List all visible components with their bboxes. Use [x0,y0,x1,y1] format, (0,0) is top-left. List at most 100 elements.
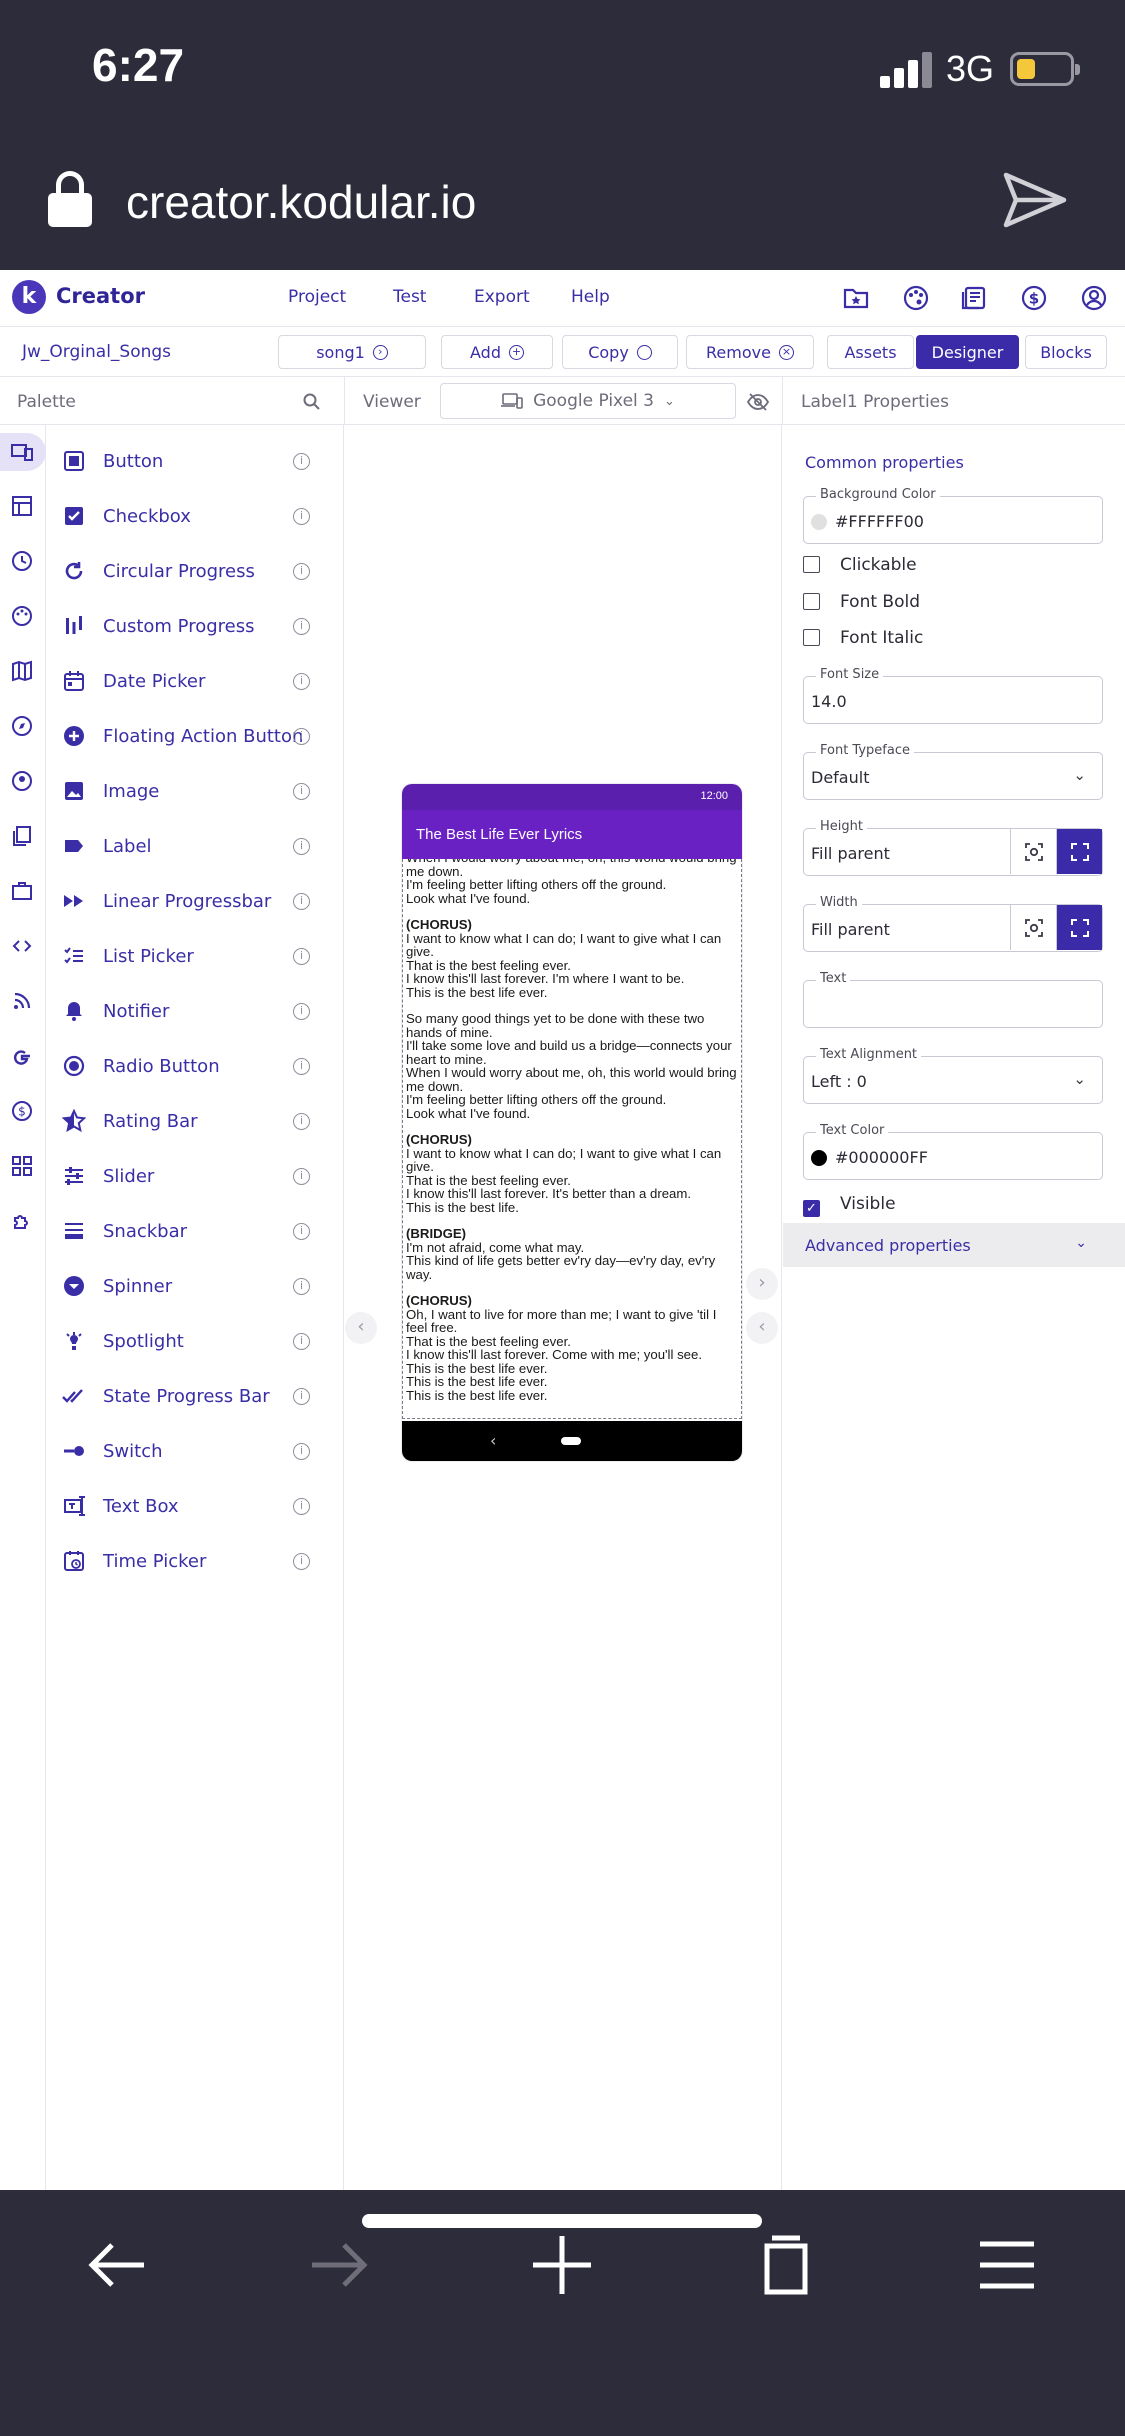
rss-category-icon[interactable] [10,989,34,1013]
label1-component[interactable]: When I would worry about me, oh, this wo… [402,859,742,1419]
info-icon[interactable]: i [293,1223,310,1240]
extension-category-icon[interactable] [10,1209,34,1233]
palette-icon[interactable] [902,284,930,312]
text-color-field[interactable]: Text Color #000000FF [803,1123,1103,1180]
info-icon[interactable]: i [293,1058,310,1075]
palette-item[interactable]: Floating Action Button i [46,708,344,763]
info-icon[interactable]: i [293,1113,310,1130]
new-tab-plus-icon[interactable] [527,2230,597,2300]
palette-item[interactable]: Date Picker i [46,653,344,708]
info-icon[interactable]: i [293,508,310,525]
palette-item[interactable]: Image i [46,763,344,818]
apps-category-icon[interactable] [10,1154,34,1178]
clickable-checkbox[interactable]: Clickable [803,555,917,575]
designer-button[interactable]: Designer [916,335,1019,369]
automatic-size-icon[interactable] [1010,905,1056,950]
info-icon[interactable]: i [293,783,310,800]
forward-arrow-icon[interactable] [304,2230,374,2300]
palette-item[interactable]: Notifier i [46,983,344,1038]
info-icon[interactable]: i [293,618,310,635]
font-italic-checkbox[interactable]: Font Italic [803,628,923,648]
font-size-field[interactable]: Font Size 14.0 [803,667,1103,724]
palette-item[interactable]: List Picker i [46,928,344,983]
font-bold-checkbox[interactable]: Font Bold [803,592,920,612]
info-icon[interactable]: i [293,838,310,855]
dollar-icon[interactable]: $ [1020,284,1048,312]
browser-url-bar[interactable]: creator.kodular.io [0,135,1125,270]
common-properties-link[interactable]: Common properties [805,453,964,472]
media-category-icon[interactable] [10,549,34,573]
menu-hamburger-icon[interactable] [972,2230,1042,2300]
info-icon[interactable]: i [293,1333,310,1350]
palette-item[interactable]: Custom Progress i [46,598,344,653]
send-icon[interactable] [1000,169,1070,231]
collapse-left-chevron-icon[interactable]: ‹ [345,1312,377,1344]
blocks-button[interactable]: Blocks [1025,335,1107,369]
palette-item[interactable]: Slider i [46,1148,344,1203]
palette-item[interactable]: Radio Button i [46,1038,344,1093]
menu-test[interactable]: Test [393,287,426,307]
info-icon[interactable]: i [293,1443,310,1460]
check-icon[interactable]: ✓ [803,1200,820,1217]
collapse-right-chevron-icon[interactable]: ‹ [746,1312,778,1344]
info-icon[interactable]: i [293,893,310,910]
screen-select[interactable]: song1 › [278,335,426,369]
font-typeface-select[interactable]: Font Typeface Default ⌄ [803,743,1103,800]
text-alignment-select[interactable]: Text Alignment Left : 0 ⌄ [803,1047,1103,1104]
fill-parent-icon[interactable] [1056,829,1102,874]
fill-parent-icon[interactable] [1056,905,1102,950]
info-icon[interactable]: i [293,1553,310,1570]
palette-item[interactable]: Time Picker i [46,1533,344,1588]
info-icon[interactable]: i [293,948,310,965]
advanced-properties-toggle[interactable]: Advanced properties ⌄ [783,1223,1125,1267]
news-icon[interactable] [960,284,988,312]
palette-item[interactable]: Text Box i [46,1478,344,1533]
palette-item[interactable]: Button i [46,433,344,488]
automatic-size-icon[interactable] [1010,829,1056,874]
device-select[interactable]: Google Pixel 3 ⌄ [440,383,736,419]
info-icon[interactable]: i [293,1168,310,1185]
palette-item[interactable]: Circular Progress i [46,543,344,598]
social-category-icon[interactable] [10,769,34,793]
search-icon[interactable] [302,392,322,412]
width-field[interactable]: Width Fill parent [803,895,1103,952]
palette-item[interactable]: State Progress Bar i [46,1368,344,1423]
remove-screen-button[interactable]: Remove × [686,335,814,369]
google-category-icon[interactable] [10,1044,34,1068]
info-icon[interactable]: i [293,453,310,470]
info-icon[interactable]: i [293,1278,310,1295]
url-text[interactable]: creator.kodular.io [126,175,476,229]
drawing-category-icon[interactable] [10,604,34,628]
code-category-icon[interactable] [10,934,34,958]
copy-screen-button[interactable]: Copy [562,335,678,369]
info-icon[interactable]: i [293,1003,310,1020]
user-interface-category-icon[interactable] [10,440,34,464]
info-icon[interactable]: i [293,1498,310,1515]
info-icon[interactable]: i [293,563,310,580]
palette-item[interactable]: Linear Progressbar i [46,873,344,928]
back-arrow-icon[interactable] [82,2230,152,2300]
info-icon[interactable]: i [293,728,310,745]
storage-category-icon[interactable] [10,824,34,848]
monetization-category-icon[interactable]: $ [10,1099,34,1123]
palette-item[interactable]: Label i [46,818,344,873]
add-screen-button[interactable]: Add + [441,335,553,369]
kodular-logo-icon[interactable]: k [12,280,46,314]
palette-item[interactable]: Spotlight i [46,1313,344,1368]
palette-item[interactable]: Checkbox i [46,488,344,543]
text-field[interactable]: Text [803,971,1103,1028]
tabs-icon[interactable] [750,2230,820,2300]
background-color-field[interactable]: Background Color #FFFFFF00 [803,487,1103,544]
assets-button[interactable]: Assets [827,335,914,369]
account-icon[interactable] [1080,284,1108,312]
expand-right-chevron-icon[interactable]: › [746,1268,778,1300]
folder-star-icon[interactable] [842,284,870,312]
menu-project[interactable]: Project [288,287,346,307]
palette-item[interactable]: Spinner i [46,1258,344,1313]
palette-item[interactable]: Rating Bar i [46,1093,344,1148]
briefcase-category-icon[interactable] [10,879,34,903]
height-field[interactable]: Height Fill parent [803,819,1103,876]
palette-item[interactable]: Switch i [46,1423,344,1478]
info-icon[interactable]: i [293,673,310,690]
info-icon[interactable]: i [293,1388,310,1405]
